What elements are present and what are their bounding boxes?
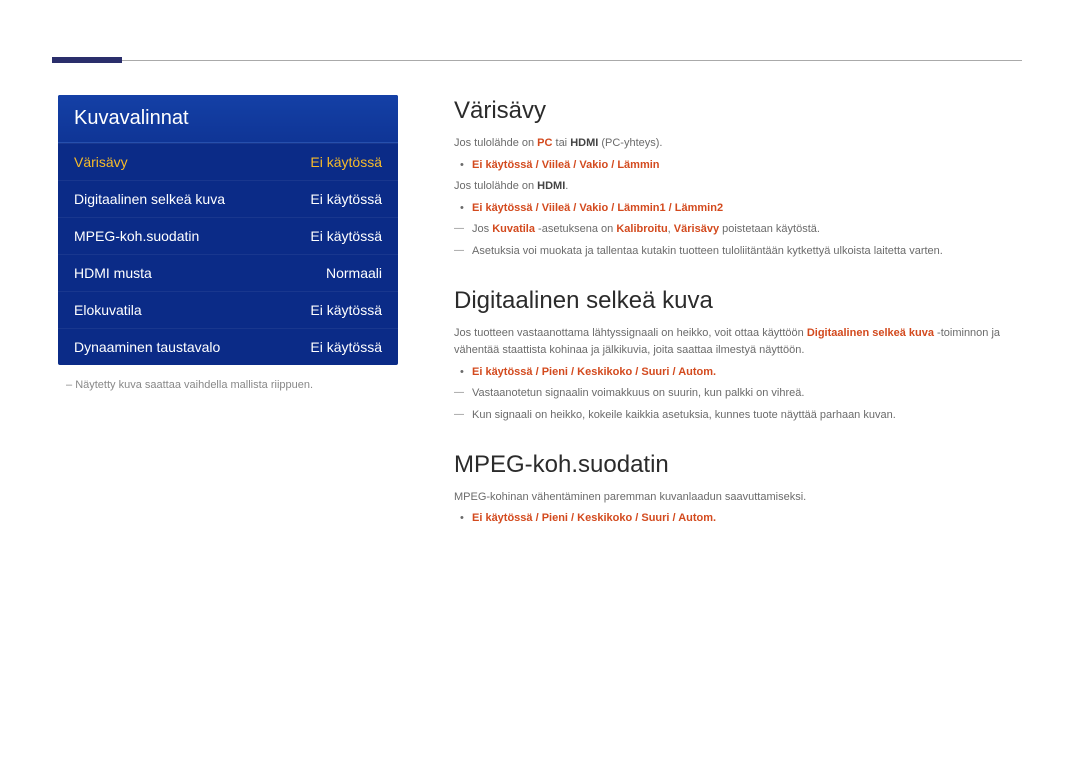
menu-row-value: Ei käytössä xyxy=(310,302,382,318)
page: Kuvavalinnat Värisävy Ei käytössä Digita… xyxy=(0,0,1080,532)
left-column: Kuvavalinnat Värisävy Ei käytössä Digita… xyxy=(58,95,398,532)
right-column: Värisävy Jos tulolähde on PC tai HDMI (P… xyxy=(454,95,1022,532)
menu-row-label: Digitaalinen selkeä kuva xyxy=(74,191,225,207)
menu-panel: Kuvavalinnat Värisävy Ei käytössä Digita… xyxy=(58,95,398,365)
heading-mpeg: MPEG-koh.suodatin xyxy=(454,451,1022,479)
text: Jos xyxy=(472,223,492,235)
menu-row-value: Ei käytössä xyxy=(310,339,382,355)
digitaalinen-note1: Vastaanotetun signaalin voimakkuus on su… xyxy=(454,385,1022,403)
menu-row-value: Ei käytössä xyxy=(310,228,382,244)
menu-row-value: Normaali xyxy=(326,265,382,281)
header-rule xyxy=(58,60,1022,61)
menu-row-elokuvatila[interactable]: Elokuvatila Ei käytössä xyxy=(58,291,398,328)
options-text: Ei käytössä / Pieni / Keskikoko / Suuri … xyxy=(472,366,716,378)
text: tai xyxy=(552,137,570,149)
text-kuvatila: Kuvatila xyxy=(492,223,535,235)
text: -asetuksena on xyxy=(535,223,616,235)
text-bold: Digitaalinen selkeä kuva xyxy=(807,327,934,339)
menu-row-value: Ei käytössä xyxy=(310,191,382,207)
menu-row-mpeg[interactable]: MPEG-koh.suodatin Ei käytössä xyxy=(58,217,398,254)
heading-varisavy: Värisävy xyxy=(454,97,1022,125)
text-hdmi: HDMI xyxy=(537,180,565,192)
menu-row-label: HDMI musta xyxy=(74,265,152,281)
varisavy-note1: Jos Kuvatila -asetuksena on Kalibroitu, … xyxy=(454,221,1022,239)
menu-row-label: Elokuvatila xyxy=(74,302,142,318)
menu-row-hdmi-musta[interactable]: HDMI musta Normaali xyxy=(58,254,398,291)
text-pc: PC xyxy=(537,137,552,149)
text: . xyxy=(565,180,568,192)
varisavy-opts1: Ei käytössä / Viileä / Vakio / Lämmin xyxy=(454,157,1022,175)
text-varisavy: Värisävy xyxy=(674,223,719,235)
options-text: Ei käytössä / Viileä / Vakio / Lämmin1 /… xyxy=(472,202,723,214)
text: Jos tulolähde on xyxy=(454,180,537,192)
varisavy-line1: Jos tulolähde on PC tai HDMI (PC-yhteys)… xyxy=(454,135,1022,153)
text: Jos tulolähde on xyxy=(454,137,537,149)
text: Jos tuotteen vastaanottama lähtyssignaal… xyxy=(454,327,807,339)
menu-row-varisavy[interactable]: Värisävy Ei käytössä xyxy=(58,143,398,180)
varisavy-line2: Jos tulolähde on HDMI. xyxy=(454,178,1022,196)
digitaalinen-opts: Ei käytössä / Pieni / Keskikoko / Suuri … xyxy=(454,364,1022,382)
varisavy-note2: Asetuksia voi muokata ja tallentaa kutak… xyxy=(454,243,1022,261)
menu-title: Kuvavalinnat xyxy=(58,95,398,143)
image-caption: – Näytetty kuva saattaa vaihdella mallis… xyxy=(66,379,398,391)
mpeg-intro: MPEG-kohinan vähentäminen paremman kuvan… xyxy=(454,489,1022,507)
menu-row-dynaaminen[interactable]: Dynaaminen taustavalo Ei käytössä xyxy=(58,328,398,365)
digitaalinen-intro: Jos tuotteen vastaanottama lähtyssignaal… xyxy=(454,325,1022,360)
options-text: Ei käytössä / Pieni / Keskikoko / Suuri … xyxy=(472,512,716,524)
caption-text: Näytetty kuva saattaa vaihdella mallista… xyxy=(75,379,313,391)
menu-row-label: Värisävy xyxy=(74,154,128,170)
heading-digitaalinen: Digitaalinen selkeä kuva xyxy=(454,287,1022,315)
content-columns: Kuvavalinnat Värisävy Ei käytössä Digita… xyxy=(58,95,1022,532)
text-kalibroitu: Kalibroitu xyxy=(616,223,667,235)
menu-row-label: Dynaaminen taustavalo xyxy=(74,339,220,355)
text-hdmi: HDMI xyxy=(570,137,598,149)
menu-row-value: Ei käytössä xyxy=(310,154,382,170)
text: poistetaan käytöstä. xyxy=(719,223,820,235)
digitaalinen-note2: Kun signaali on heikko, kokeile kaikkia … xyxy=(454,407,1022,425)
menu-row-digitaalinen[interactable]: Digitaalinen selkeä kuva Ei käytössä xyxy=(58,180,398,217)
mpeg-opts: Ei käytössä / Pieni / Keskikoko / Suuri … xyxy=(454,510,1022,528)
options-text: Ei käytössä / Viileä / Vakio / Lämmin xyxy=(472,159,660,171)
menu-row-label: MPEG-koh.suodatin xyxy=(74,228,199,244)
varisavy-opts2: Ei käytössä / Viileä / Vakio / Lämmin1 /… xyxy=(454,200,1022,218)
text: (PC-yhteys). xyxy=(598,137,662,149)
